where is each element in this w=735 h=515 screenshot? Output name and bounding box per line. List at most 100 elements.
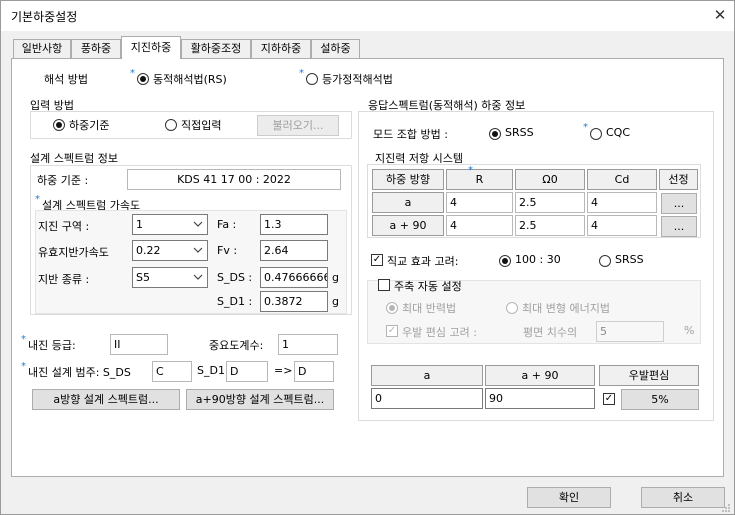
fv-field[interactable]: 2.64 <box>260 240 328 261</box>
radio-dynamic[interactable] <box>137 73 149 85</box>
col-cd-header: Cd <box>587 169 657 190</box>
category-result-field: D <box>294 361 334 382</box>
category-sd1-label: S_D1 <box>197 364 225 377</box>
required-mark: * <box>130 68 135 79</box>
tab-general[interactable]: 일반사항 <box>13 39 71 58</box>
fa-field[interactable]: 1.3 <box>260 214 328 235</box>
category-sd1-field: D <box>226 361 268 382</box>
ortho-checkbox[interactable]: ✓ <box>371 254 383 266</box>
radio-load-standard-label: 하중기준 <box>69 119 110 132</box>
radio-direct-input-label: 직접입력 <box>181 119 222 132</box>
sds-field[interactable]: 0.476666667 <box>260 267 328 288</box>
radio-ortho-100-30[interactable] <box>499 255 511 267</box>
chevron-down-icon <box>193 221 203 227</box>
tab-panel: 해석 방법 * 동적해석법(RS) * 등가정적해석법 입력 방법 하중기준 직… <box>11 58 724 477</box>
zone-select[interactable]: 1 <box>132 214 208 235</box>
chevron-down-icon <box>193 274 203 280</box>
radio-mode-srss-label: SRSS <box>505 126 534 139</box>
soil-select[interactable]: S5 <box>132 267 208 288</box>
angle-a-field[interactable]: 0 <box>371 388 483 409</box>
radio-static[interactable] <box>306 73 318 85</box>
sds-unit: g <box>332 271 339 284</box>
importance-field: 1 <box>278 334 338 355</box>
row-a-omega-field: 2.5 <box>515 192 585 213</box>
tab-seismic[interactable]: 지진하중 <box>121 36 181 59</box>
load-std-label: 하중 기준 : <box>37 174 89 187</box>
title-bar: 기본하중설정 ✕ <box>1 1 734 31</box>
radio-ortho-srss[interactable] <box>599 255 611 267</box>
main-axis-group: 주축 자동 설정 최대 반력법 최대 변형 에너지법 ✓ 우발 편심 고려 : … <box>367 279 701 344</box>
eccentric-enable-checkbox[interactable]: ✓ <box>603 393 615 405</box>
required-mark: * <box>583 122 588 133</box>
eccentric-button[interactable]: 5% <box>621 389 699 410</box>
plan-dim-label: 평면 치수의 <box>523 326 578 339</box>
cancel-button[interactable]: 취소 <box>641 487 725 508</box>
angle-a90-field[interactable]: 90 <box>485 388 595 409</box>
required-mark: * <box>35 194 40 205</box>
spectrum-info-group: 하중 기준 : KDS 41 17 00 : 2022 * 설계 스펙트럼 가속… <box>30 165 352 315</box>
tab-wind[interactable]: 풍하중 <box>71 39 121 58</box>
eccentric-header: 우발편심 <box>599 365 699 386</box>
zone-select-value: 1 <box>136 218 143 231</box>
col-select-header: 선정 <box>659 169 698 190</box>
soil-select-value: S5 <box>136 271 150 284</box>
close-icon[interactable]: ✕ <box>709 4 731 26</box>
main-axis-checkbox[interactable] <box>378 279 390 291</box>
radio-max-energy-label: 최대 변형 에너지법 <box>522 302 610 315</box>
importance-label: 중요도계수: <box>209 339 264 352</box>
analysis-label: 해석 방법 <box>44 73 88 86</box>
row-a90-direction: a + 90 <box>372 215 444 236</box>
eccentric-checkbox[interactable]: ✓ <box>386 325 398 337</box>
resize-grip-icon[interactable] <box>721 503 731 513</box>
radio-max-energy[interactable] <box>506 302 518 314</box>
soil-label: 지반 종류 : <box>38 273 90 286</box>
radio-ortho-100-30-label: 100 : 30 <box>515 253 561 266</box>
row-a-select-button[interactable]: ... <box>661 193 697 214</box>
category-arrow: => <box>274 364 293 377</box>
radio-dynamic-label: 동적해석법(RS) <box>153 73 227 86</box>
load-button[interactable]: 불러오기... <box>257 115 339 136</box>
spectrum-a-button[interactable]: a방향 설계 스펙트럼... <box>32 389 180 410</box>
pga-label: 유효지반가속도 <box>38 246 109 259</box>
tab-underground[interactable]: 지하하중 <box>251 39 311 58</box>
mode-label: 모드 조합 방법 : <box>373 128 448 141</box>
sds-label: S_DS : <box>217 271 253 284</box>
spectrum-a90-button[interactable]: a+90방향 설계 스펙트럼... <box>186 389 334 410</box>
spectrum-info-title: 설계 스펙트럼 정보 <box>30 152 118 165</box>
eccentric-label: 우발 편심 고려 : <box>402 326 477 339</box>
radio-mode-cqc-label: CQC <box>606 126 631 139</box>
fv-label: Fv : <box>217 244 238 257</box>
radio-direct-input[interactable] <box>165 119 177 131</box>
radio-mode-srss[interactable] <box>489 128 501 140</box>
required-mark: * <box>299 68 304 79</box>
required-mark: * <box>21 334 26 345</box>
dialog-window: 기본하중설정 ✕ 일반사항 풍하중 지진하중 활하중조정 지하하중 설하중 해석… <box>0 0 735 515</box>
seismic-category-label: 내진 설계 범주: S_DS <box>28 366 131 379</box>
radio-max-reaction-label: 최대 반력법 <box>402 302 457 315</box>
seismic-grade-label: 내진 등급: <box>28 339 76 352</box>
radio-mode-cqc[interactable] <box>590 128 602 140</box>
required-mark: * <box>21 361 26 372</box>
system-group: 하중 방향 R * Ω0 Cd 선정 a 4 2.5 4 ... a + 90 … <box>367 164 701 238</box>
tab-live-load[interactable]: 활하중조정 <box>181 39 251 58</box>
sd1-unit: g <box>332 295 339 308</box>
seismic-grade-field: II <box>110 334 168 355</box>
angle-a90-header: a + 90 <box>485 365 595 386</box>
input-method-group: 하중기준 직접입력 불러오기... <box>30 111 352 139</box>
plan-dim-field[interactable]: 5 <box>596 321 664 342</box>
sd1-field[interactable]: 0.3872 <box>260 291 328 312</box>
tab-snow[interactable]: 설하중 <box>311 39 360 58</box>
angle-a-header: a <box>371 365 483 386</box>
radio-max-reaction[interactable] <box>386 302 398 314</box>
radio-load-standard[interactable] <box>53 119 65 131</box>
row-a90-r-field: 4 <box>446 215 513 236</box>
required-mark: * <box>468 165 473 176</box>
pga-select[interactable]: 0.22 <box>132 240 208 261</box>
row-a-direction: a <box>372 192 444 213</box>
col-omega-header: Ω0 <box>515 169 585 190</box>
accel-group: 지진 구역 : 1 유효지반가속도 0.22 지반 종류 : S5 Fa : 1… <box>35 210 347 314</box>
chevron-down-icon <box>193 247 203 253</box>
row-a90-select-button[interactable]: ... <box>661 216 697 237</box>
row-a-cd-field: 4 <box>587 192 657 213</box>
ok-button[interactable]: 확인 <box>527 487 611 508</box>
